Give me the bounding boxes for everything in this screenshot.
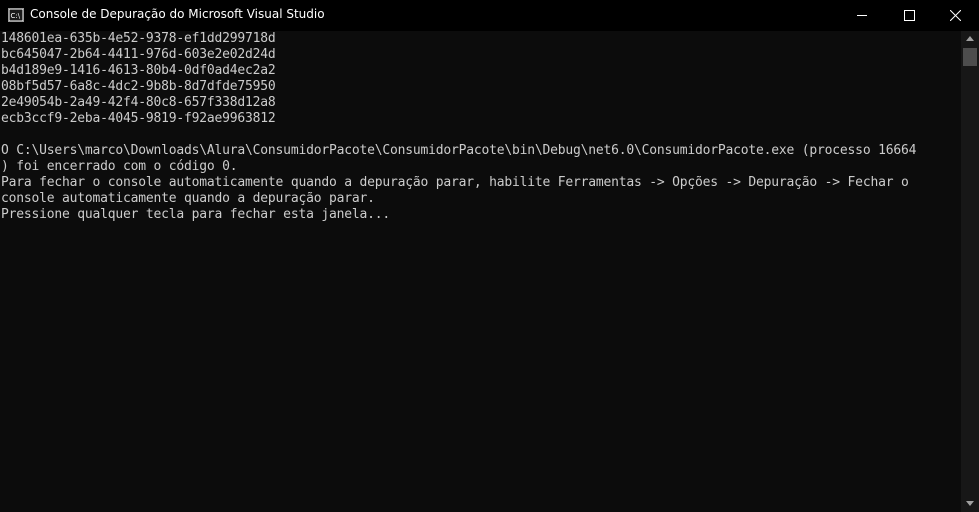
svg-text:C:\: C:\ bbox=[11, 12, 21, 20]
maximize-icon bbox=[904, 10, 915, 21]
vertical-scrollbar[interactable] bbox=[961, 31, 979, 512]
console-line: O C:\Users\marco\Downloads\Alura\Consumi… bbox=[1, 143, 917, 158]
console-line: Para fechar o console automaticamente qu… bbox=[1, 175, 909, 190]
minimize-icon bbox=[857, 15, 867, 16]
console-line: bc645047-2b64-4411-976d-603e2e02d24d bbox=[1, 47, 276, 62]
console-line: 08bf5d57-6a8c-4dc2-9b8b-8d7dfde75950 bbox=[1, 79, 276, 94]
console-line: 148601ea-635b-4e52-9378-ef1dd299718d bbox=[1, 31, 276, 46]
scroll-up-button[interactable] bbox=[961, 31, 979, 47]
console-line: console automaticamente quando a depuraç… bbox=[1, 191, 375, 206]
window-title: Console de Depuração do Microsoft Visual… bbox=[30, 7, 325, 21]
minimize-button[interactable] bbox=[839, 0, 885, 31]
scrollbar-thumb[interactable] bbox=[963, 48, 977, 66]
console-output[interactable]: 148601ea-635b-4e52-9378-ef1dd299718d bc6… bbox=[1, 31, 959, 512]
title-bar[interactable]: C:\ Console de Depuração do Microsoft Vi… bbox=[0, 0, 979, 31]
console-line: b4d189e9-1416-4613-80b4-0df0ad4ec2a2 bbox=[1, 63, 276, 78]
console-window: C:\ Console de Depuração do Microsoft Vi… bbox=[0, 0, 979, 512]
console-line: Pressione qualquer tecla para fechar est… bbox=[1, 207, 390, 222]
console-app-icon: C:\ bbox=[8, 8, 24, 22]
console-line: ecb3ccf9-2eba-4045-9819-f92ae9963812 bbox=[1, 111, 276, 126]
console-line: 2e49054b-2a49-42f4-80c8-657f338d12a8 bbox=[1, 95, 276, 110]
scroll-down-button[interactable] bbox=[961, 496, 979, 512]
console-line: ) foi encerrado com o código 0. bbox=[1, 159, 238, 174]
scroll-up-arrow-icon bbox=[966, 36, 974, 41]
close-button[interactable] bbox=[932, 0, 978, 31]
close-icon bbox=[950, 10, 961, 21]
maximize-button[interactable] bbox=[886, 0, 932, 31]
scroll-down-arrow-icon bbox=[966, 501, 974, 506]
